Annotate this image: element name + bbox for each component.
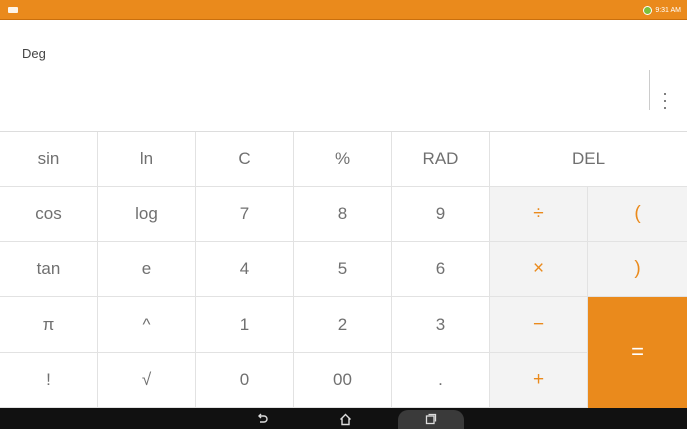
delete-button[interactable]: DEL [490,132,687,187]
cos-button[interactable]: cos [0,187,98,242]
e-constant-button[interactable]: e [98,242,196,297]
tan-button[interactable]: tan [0,242,98,297]
back-icon[interactable] [252,412,272,426]
open-paren-button[interactable]: ( [588,187,687,242]
battery-icon [643,5,653,15]
digit-3-button[interactable]: 3 [392,297,490,353]
keypad: sin ln C % RAD DEL cos log 7 8 9 ÷ ( tan… [0,132,687,408]
multiply-button[interactable]: × [490,242,588,297]
digit-4-button[interactable]: 4 [196,242,294,297]
factorial-button[interactable]: ! [0,353,98,408]
angle-mode-label: Deg [22,46,46,61]
digit-5-button[interactable]: 5 [294,242,392,297]
status-indicators: 9:31 AM [643,4,681,16]
divide-button[interactable]: ÷ [490,187,588,242]
close-paren-button[interactable]: ) [588,242,687,297]
decimal-point-button[interactable]: . [392,353,490,408]
add-button[interactable]: + [490,353,588,408]
pi-button[interactable]: π [0,297,98,353]
digit-1-button[interactable]: 1 [196,297,294,353]
digit-9-button[interactable]: 9 [392,187,490,242]
status-bar: 9:31 AM [0,0,687,20]
display-divider [649,70,650,110]
equals-button[interactable]: = [588,297,687,408]
sin-button[interactable]: sin [0,132,98,187]
digit-8-button[interactable]: 8 [294,187,392,242]
power-button[interactable]: ^ [98,297,196,353]
digit-2-button[interactable]: 2 [294,297,392,353]
digit-7-button[interactable]: 7 [196,187,294,242]
double-zero-button[interactable]: 00 [294,353,392,408]
ln-button[interactable]: ln [98,132,196,187]
percent-button[interactable]: % [294,132,392,187]
sqrt-button[interactable]: √ [98,353,196,408]
status-time: 9:31 AM [655,6,681,14]
subtract-button[interactable]: − [490,297,588,353]
navigation-bar [0,408,687,429]
log-button[interactable]: log [98,187,196,242]
clear-button[interactable]: C [196,132,294,187]
recents-icon[interactable] [421,412,441,426]
rad-toggle-button[interactable]: RAD [392,132,490,187]
home-icon[interactable] [335,412,355,426]
digit-0-button[interactable]: 0 [196,353,294,408]
overflow-menu-icon[interactable] [660,93,670,109]
calculator-display: Deg [0,20,687,132]
notification-icon [8,7,18,13]
digit-6-button[interactable]: 6 [392,242,490,297]
